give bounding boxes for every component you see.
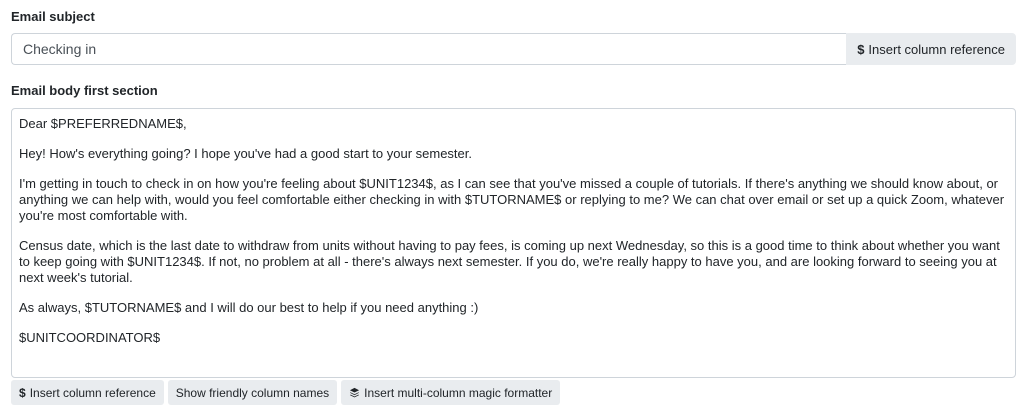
body-insert-column-label: Insert column reference	[29, 385, 156, 400]
email-editor: Email subject $ Insert column reference …	[0, 0, 1024, 412]
show-friendly-names-label: Show friendly column names	[175, 385, 330, 400]
dollar-icon: $	[857, 41, 865, 57]
subject-input-group: $ Insert column reference	[11, 33, 1016, 65]
subject-input[interactable]	[11, 33, 847, 65]
dollar-icon: $	[19, 385, 26, 400]
body-paragraph: Hey! How's everything going? I hope you'…	[19, 146, 473, 161]
subject-insert-column-button[interactable]: $ Insert column reference	[846, 33, 1016, 65]
body-toolbar: $ Insert column reference Show friendly …	[11, 380, 561, 405]
body-paragraph: As always, $TUTORNAME$ and I will do our…	[19, 300, 479, 315]
body-paragraph: $UNITCOORDINATOR$	[19, 330, 161, 345]
subject-label: Email subject	[11, 9, 95, 24]
magic-formatter-label: Insert multi-column magic formatter	[364, 385, 553, 400]
email-body-textarea[interactable]: Dear $PREFERREDNAME$, Hey! How's everyth…	[11, 108, 1016, 378]
layers-icon	[349, 387, 360, 398]
body-paragraph: Census date, which is the last date to w…	[19, 238, 1000, 285]
body-insert-column-button[interactable]: $ Insert column reference	[11, 380, 164, 405]
show-friendly-names-button[interactable]: Show friendly column names	[167, 380, 338, 405]
subject-insert-column-label: Insert column reference	[868, 41, 1005, 57]
body-paragraph: Dear $PREFERREDNAME$,	[19, 116, 187, 131]
body-label: Email body first section	[11, 83, 158, 98]
body-paragraph: I'm getting in touch to check in on how …	[19, 176, 1005, 223]
magic-formatter-button[interactable]: Insert multi-column magic formatter	[341, 380, 561, 405]
